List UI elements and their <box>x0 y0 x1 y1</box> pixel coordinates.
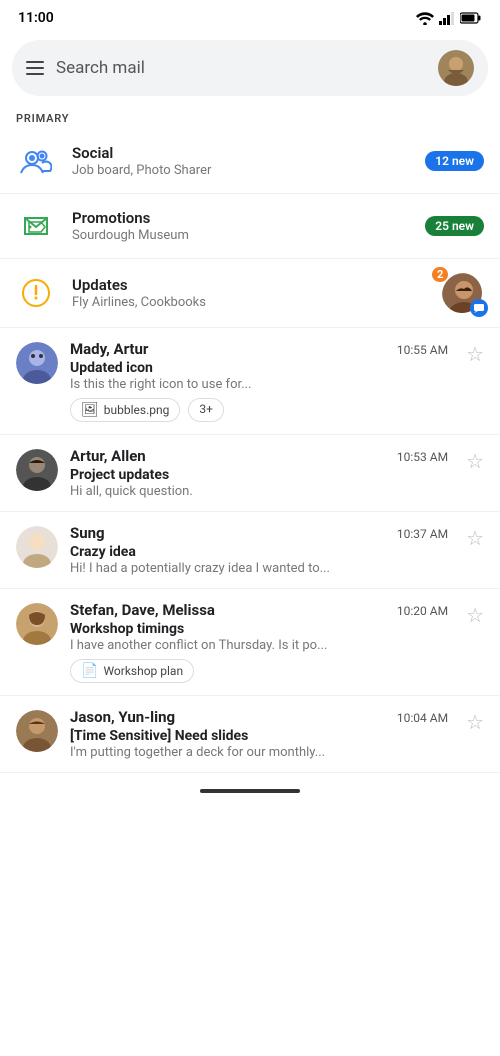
mail-header: Stefan, Dave, Melissa 10:20 AM <box>70 601 448 619</box>
mail-sender: Mady, Artur <box>70 340 148 358</box>
signal-icon <box>439 12 455 25</box>
mail-preview: Hi! I had a potentially crazy idea I wan… <box>70 561 448 576</box>
chat-icon <box>470 299 488 317</box>
mail-header: Sung 10:37 AM <box>70 524 448 542</box>
home-indicator <box>0 773 500 801</box>
mail-sender: Sung <box>70 524 105 542</box>
email-row-email5[interactable]: Jason, Yun-ling 10:04 AM [Time Sensitive… <box>0 696 500 773</box>
mail-time: 10:20 AM <box>397 604 448 618</box>
mail-header: Jason, Yun-ling 10:04 AM <box>70 708 448 726</box>
star-icon[interactable]: ☆ <box>466 603 484 627</box>
star-icon[interactable]: ☆ <box>466 710 484 734</box>
mail-time: 10:53 AM <box>397 450 448 464</box>
email-row-email1[interactable]: Mady, Artur 10:55 AM Updated icon Is thi… <box>0 328 500 435</box>
attachment-chip: 📄 Workshop plan <box>70 659 194 683</box>
mail-subject: Workshop timings <box>70 621 448 637</box>
mail-time: 10:37 AM <box>397 527 448 541</box>
mail-content: Sung 10:37 AM Crazy idea Hi! I had a pot… <box>70 524 448 576</box>
mail-header: Mady, Artur 10:55 AM <box>70 340 448 358</box>
mail-avatar <box>16 603 58 645</box>
email-list: Mady, Artur 10:55 AM Updated icon Is thi… <box>0 328 500 773</box>
star-icon[interactable]: ☆ <box>466 342 484 366</box>
mail-preview: Is this the right icon to use for... <box>70 377 448 392</box>
mail-preview: I have another conflict on Thursday. Is … <box>70 638 448 653</box>
email-row-email2[interactable]: Artur, Allen 10:53 AM Project updates Hi… <box>0 435 500 512</box>
mail-avatar <box>16 449 58 491</box>
social-icon <box>16 141 56 181</box>
battery-icon <box>460 12 482 24</box>
doc-icon: 📄 <box>81 663 98 679</box>
mail-content: Jason, Yun-ling 10:04 AM [Time Sensitive… <box>70 708 448 760</box>
updates-icon <box>16 273 56 313</box>
updates-name: Updates <box>72 276 424 294</box>
mail-avatar <box>16 710 58 752</box>
promotions-sub: Sourdough Museum <box>72 228 409 243</box>
mail-subject: Project updates <box>70 467 448 483</box>
status-time: 11:00 <box>18 10 54 26</box>
more-attachments: 3+ <box>188 398 224 422</box>
search-input[interactable]: Search mail <box>56 58 426 78</box>
mail-subject: Crazy idea <box>70 544 448 560</box>
image-icon: 🖼 <box>81 402 99 418</box>
search-bar-wrapper: Search mail <box>0 32 500 106</box>
attachments: 📄 Workshop plan <box>70 659 448 683</box>
email-row-email4[interactable]: Stefan, Dave, Melissa 10:20 AM Workshop … <box>0 589 500 696</box>
section-label-primary: PRIMARY <box>0 106 500 129</box>
mail-content: Mady, Artur 10:55 AM Updated icon Is thi… <box>70 340 448 422</box>
mail-content: Artur, Allen 10:53 AM Project updates Hi… <box>70 447 448 499</box>
category-updates[interactable]: Updates Fly Airlines, Cookbooks 2 <box>0 259 500 328</box>
promotions-badge: 25 new <box>425 216 484 236</box>
wifi-icon <box>416 12 434 25</box>
mail-time: 10:55 AM <box>397 343 448 357</box>
email-row-email3[interactable]: Sung 10:37 AM Crazy idea Hi! I had a pot… <box>0 512 500 589</box>
mail-preview: I'm putting together a deck for our mont… <box>70 745 448 760</box>
home-bar <box>200 789 300 793</box>
mail-sender: Artur, Allen <box>70 447 146 465</box>
search-bar[interactable]: Search mail <box>12 40 488 96</box>
star-icon[interactable]: ☆ <box>466 526 484 550</box>
status-icons <box>416 12 482 25</box>
social-name: Social <box>72 144 409 162</box>
hamburger-menu[interactable] <box>26 61 44 75</box>
mail-preview: Hi all, quick question. <box>70 484 448 499</box>
mail-content: Stefan, Dave, Melissa 10:20 AM Workshop … <box>70 601 448 683</box>
mail-avatar <box>16 526 58 568</box>
promotions-icon <box>16 206 56 246</box>
mail-header: Artur, Allen 10:53 AM <box>70 447 448 465</box>
category-social[interactable]: Social Job board, Photo Sharer 12 new <box>0 129 500 194</box>
social-badge: 12 new <box>425 151 484 171</box>
mail-subject: Updated icon <box>70 360 448 376</box>
updates-sub: Fly Airlines, Cookbooks <box>72 295 424 310</box>
mail-sender: Stefan, Dave, Melissa <box>70 601 215 619</box>
mail-subject: [Time Sensitive] Need slides <box>70 728 448 744</box>
attachment-name: Workshop plan <box>103 664 183 678</box>
social-sub: Job board, Photo Sharer <box>72 163 409 178</box>
user-avatar[interactable] <box>438 50 474 86</box>
updates-badge-area: 2 <box>440 271 484 315</box>
status-bar: 11:00 <box>0 0 500 32</box>
star-icon[interactable]: ☆ <box>466 449 484 473</box>
mail-time: 10:04 AM <box>397 711 448 725</box>
category-promotions[interactable]: Promotions Sourdough Museum 25 new <box>0 194 500 259</box>
mail-avatar <box>16 342 58 384</box>
attachment-chip: 🖼 bubbles.png <box>70 398 180 422</box>
promotions-name: Promotions <box>72 209 409 227</box>
attachment-name: bubbles.png <box>104 403 170 417</box>
mail-sender: Jason, Yun-ling <box>70 708 175 726</box>
attachments: 🖼 bubbles.png 3+ <box>70 398 448 422</box>
